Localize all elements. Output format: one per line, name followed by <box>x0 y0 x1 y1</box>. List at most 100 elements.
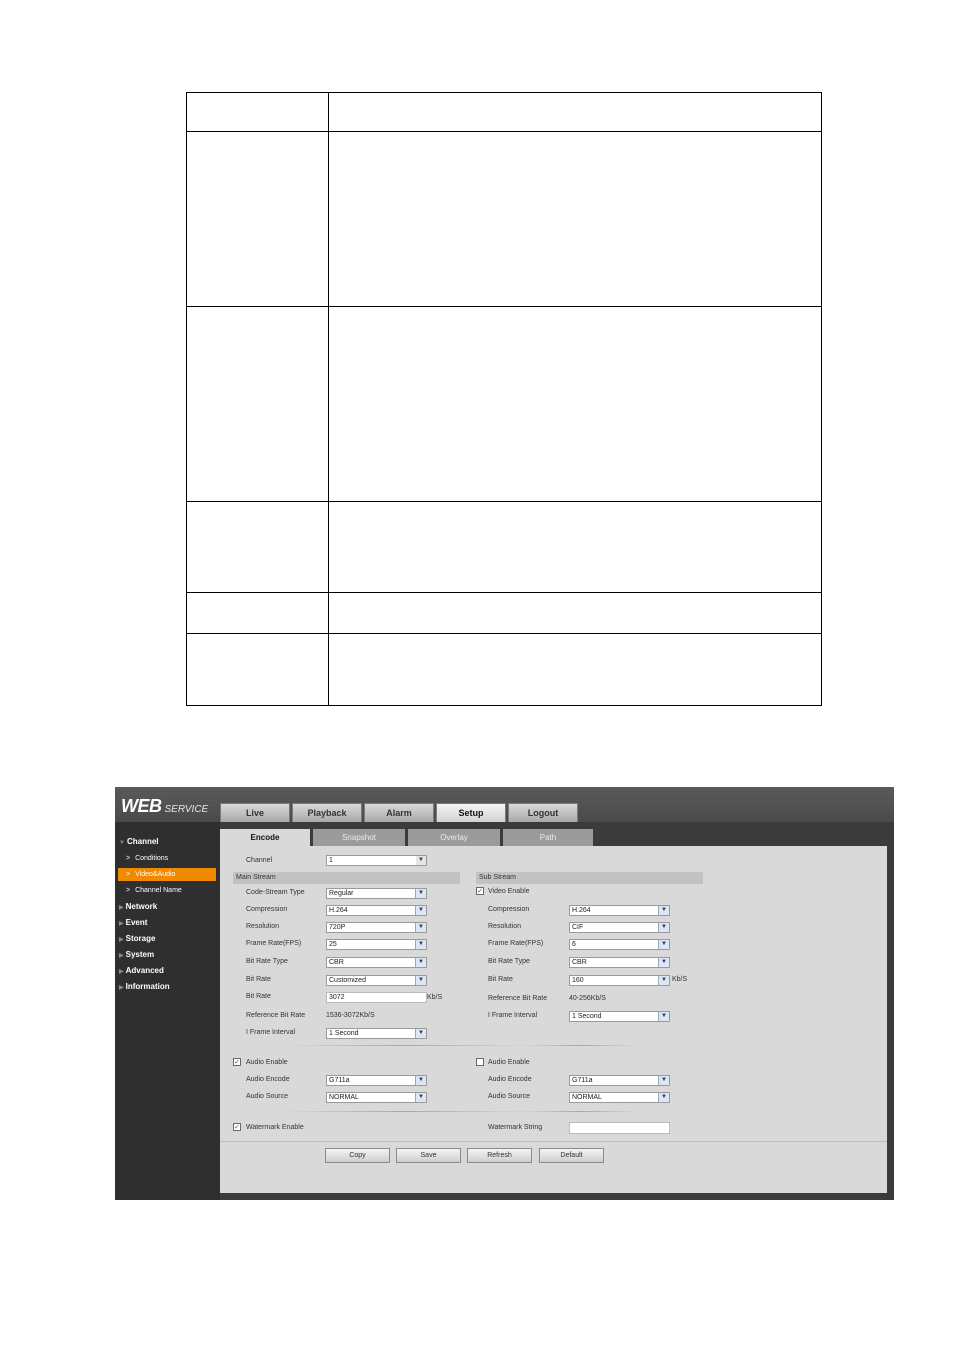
channel-label: Channel <box>246 857 273 864</box>
chevron-down-icon: ▼ <box>658 976 669 985</box>
bit-rate-unit: Kb/S <box>427 994 443 1001</box>
watermark-enable-label: Watermark Enable <box>246 1124 304 1131</box>
sidebar-item-information[interactable]: ▶ Information <box>119 982 170 991</box>
tab-overlay[interactable]: Overlay <box>408 829 500 846</box>
sidebar-item-label: Video&Audio <box>135 871 176 878</box>
chevron-down-icon: ▼ <box>658 958 669 967</box>
select-value: G711a <box>572 1077 593 1084</box>
tab-snapshot[interactable]: Snapshot <box>313 829 405 846</box>
select-value: NORMAL <box>572 1094 602 1101</box>
sidebar-item-video-audio[interactable]: > Video&Audio <box>118 868 216 881</box>
i-frame-interval-select[interactable]: 1 Second ▼ <box>326 1028 427 1039</box>
chevron-down-icon: ▼ <box>415 1076 426 1085</box>
main-nav: Live Playback Alarm Setup Logout <box>220 803 580 822</box>
sub-resolution-select[interactable]: CIF ▼ <box>569 922 670 933</box>
top-bar: WEB SERVICE Live Playback Alarm Setup Log… <box>115 787 894 822</box>
bit-rate-input[interactable]: 3072 <box>326 992 427 1003</box>
sub-bit-rate-type-select[interactable]: CBR ▼ <box>569 957 670 968</box>
chevron-down-icon: ▼ <box>658 1012 669 1021</box>
sub-resolution-label: Resolution <box>488 923 522 930</box>
chevron-down-icon: ▼ <box>415 940 426 949</box>
select-value: 1 <box>329 857 333 864</box>
sidebar-item-conditions[interactable]: > Conditions <box>118 852 216 865</box>
logo: WEB SERVICE <box>121 796 208 817</box>
sidebar-item-network[interactable]: ▶ Network <box>119 902 157 911</box>
sidebar-item-advanced[interactable]: ▶ Advanced <box>119 966 164 975</box>
channel-select[interactable]: 1 ▼ <box>326 855 427 866</box>
chevron-down-icon: ▼ <box>416 856 426 865</box>
resolution-select[interactable]: 720P ▼ <box>326 922 427 933</box>
divider <box>280 1045 530 1046</box>
save-button[interactable]: Save <box>396 1148 461 1163</box>
i-frame-interval-label: I Frame Interval <box>246 1029 296 1036</box>
tab-playback[interactable]: Playback <box>292 803 362 822</box>
triangle-right-icon: ▶ <box>119 953 124 959</box>
code-stream-type-select[interactable]: Regular ▼ <box>326 888 427 899</box>
tab-logout[interactable]: Logout <box>508 803 578 822</box>
audio-enable-checkbox[interactable]: ✓ <box>233 1058 241 1066</box>
sub-audio-enable-checkbox[interactable] <box>476 1058 484 1066</box>
video-enable-checkbox[interactable]: ✓ <box>476 887 484 895</box>
sidebar-item-label: Conditions <box>135 855 169 862</box>
bit-rate-type-label: Bit Rate Type <box>246 958 288 965</box>
sidebar-item-system[interactable]: ▶ System <box>119 950 154 959</box>
default-button[interactable]: Default <box>539 1148 604 1163</box>
sub-compression-select[interactable]: H.264 ▼ <box>569 905 670 916</box>
watermark-enable-checkbox[interactable]: ✓ <box>233 1123 241 1131</box>
bit-rate-mode-select[interactable]: Customized ▼ <box>326 975 427 986</box>
sidebar-item-event[interactable]: ▶ Event <box>119 918 147 927</box>
audio-encode-select[interactable]: G711a ▼ <box>326 1075 427 1086</box>
audio-source-select[interactable]: NORMAL ▼ <box>326 1092 427 1103</box>
sub-reference-bit-rate-value: 40-256Kb/S <box>569 995 606 1002</box>
chevron-down-icon: ▼ <box>415 906 426 915</box>
document-table <box>186 92 822 706</box>
video-enable-label: Video Enable <box>488 888 530 895</box>
logo-sub: SERVICE <box>164 804 209 815</box>
sidebar-group-label: Storage <box>125 934 156 943</box>
sub-audio-source-label: Audio Source <box>488 1093 531 1100</box>
button-bar: Copy Save Refresh Default <box>220 1141 887 1193</box>
watermark-string-input[interactable] <box>569 1122 670 1134</box>
tab-path[interactable]: Path <box>503 829 593 846</box>
chevron-down-icon: ▼ <box>415 958 426 967</box>
copy-button[interactable]: Copy <box>325 1148 390 1163</box>
tab-setup[interactable]: Setup <box>436 803 506 822</box>
sub-i-frame-interval-label: I Frame Interval <box>488 1012 538 1019</box>
sub-i-frame-interval-select[interactable]: 1 Second ▼ <box>569 1011 670 1022</box>
tab-alarm[interactable]: Alarm <box>364 803 434 822</box>
sidebar-item-storage[interactable]: ▶ Storage <box>119 934 155 943</box>
sub-audio-source-select[interactable]: NORMAL ▼ <box>569 1092 670 1103</box>
web-service-window: WEB SERVICE Live Playback Alarm Setup Log… <box>115 787 894 1200</box>
audio-enable-label: Audio Enable <box>246 1059 288 1066</box>
sub-tabs: Encode Snapshot Overlay Path <box>220 829 596 846</box>
sidebar-item-channel[interactable]: ▼ Channel <box>119 837 159 846</box>
select-value: 160 <box>572 977 584 984</box>
reference-bit-rate-value: 1536-3072Kb/S <box>326 1012 375 1019</box>
sub-frame-rate-select[interactable]: 6 ▼ <box>569 939 670 950</box>
tab-encode[interactable]: Encode <box>220 829 310 846</box>
sub-audio-encode-select[interactable]: G711a ▼ <box>569 1075 670 1086</box>
table-row <box>186 131 822 307</box>
bit-rate-label: Bit Rate <box>246 976 271 983</box>
audio-encode-label: Audio Encode <box>246 1076 290 1083</box>
sidebar-group-label: Advanced <box>125 966 164 975</box>
sidebar-group-label: Channel <box>126 837 159 846</box>
refresh-button[interactable]: Refresh <box>467 1148 532 1163</box>
logo-main: WEB <box>121 796 162 816</box>
chevron-down-icon: ▼ <box>658 906 669 915</box>
tab-live[interactable]: Live <box>220 803 290 822</box>
triangle-right-icon: ▶ <box>119 921 124 927</box>
sidebar-item-channel-name[interactable]: > Channel Name <box>118 884 216 897</box>
select-value: CBR <box>572 959 587 966</box>
bit-rate-value-label: Bit Rate <box>246 993 271 1000</box>
sub-bit-rate-unit: Kb/S <box>672 976 688 983</box>
sidebar-group-label: Network <box>125 902 158 911</box>
bit-rate-type-select[interactable]: CBR ▼ <box>326 957 427 968</box>
compression-select[interactable]: H.264 ▼ <box>326 905 427 916</box>
sidebar: ▼ Channel > Conditions > Video&Audio > Chann… <box>115 822 220 1200</box>
frame-rate-select[interactable]: 25 ▼ <box>326 939 427 950</box>
sub-bit-rate-select[interactable]: 160 ▼ <box>569 975 670 986</box>
sidebar-group-label: Event <box>125 918 148 927</box>
reference-bit-rate-label: Reference Bit Rate <box>246 1012 306 1019</box>
table-row <box>186 306 822 502</box>
